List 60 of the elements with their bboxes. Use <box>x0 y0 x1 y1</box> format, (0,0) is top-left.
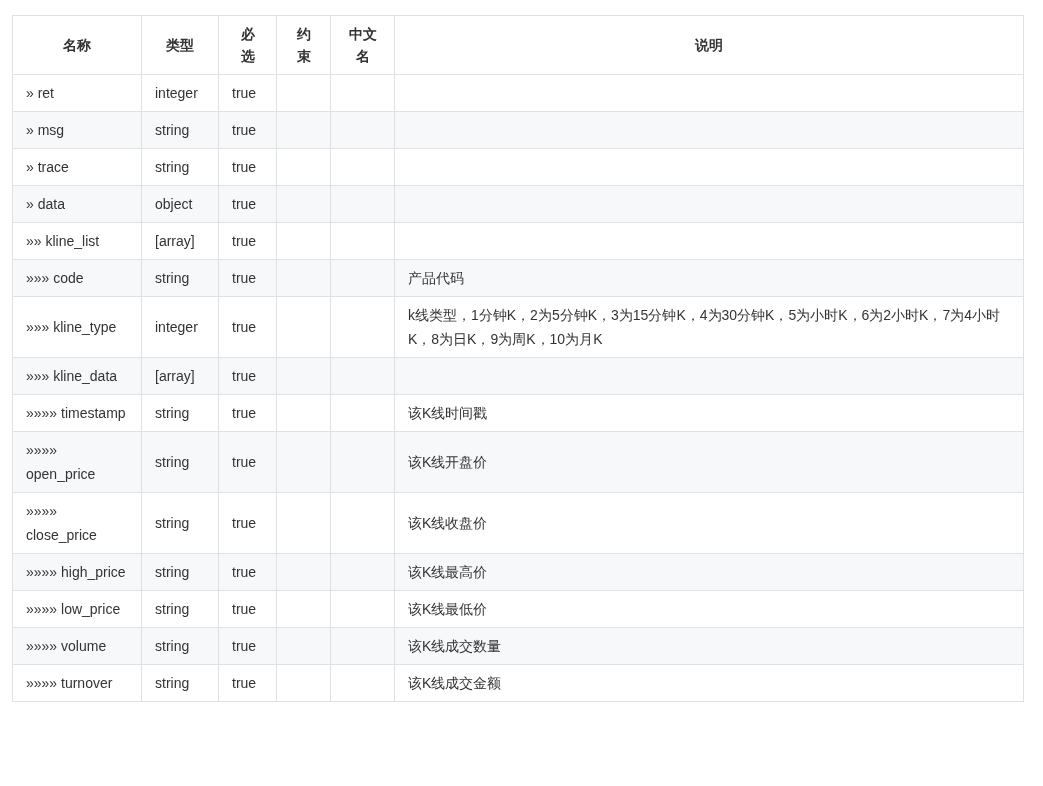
table-cell: object <box>141 185 219 223</box>
table-cell: »»»» volume <box>12 627 142 665</box>
table-cell: true <box>218 185 277 223</box>
table-cell: true <box>218 357 277 395</box>
table-cell: »» kline_list <box>12 222 142 260</box>
table-cell: string <box>141 627 219 665</box>
table-cell: true <box>218 394 277 432</box>
table-cell: string <box>141 394 219 432</box>
table-cell: 该K线成交金额 <box>394 664 1024 702</box>
table-cell: »»»» open_price <box>12 431 142 493</box>
table-cell: true <box>218 627 277 665</box>
table-cell: string <box>141 111 219 149</box>
table-cell: true <box>218 664 277 702</box>
table-cell: integer <box>141 296 219 358</box>
table-cell: 该K线最高价 <box>394 553 1024 591</box>
table-cell: »»» code <box>12 259 142 297</box>
table-cell: true <box>218 431 277 493</box>
table-cell: 产品代码 <box>394 259 1024 297</box>
table-cell: 该K线收盘价 <box>394 492 1024 554</box>
table-cell: true <box>218 590 277 628</box>
table-cell: true <box>218 222 277 260</box>
table-cell: 该K线成交数量 <box>394 627 1024 665</box>
table-cell: string <box>141 431 219 493</box>
table-cell: »»»» timestamp <box>12 394 142 432</box>
table-cell: 该K线开盘价 <box>394 431 1024 493</box>
table-cell: true <box>218 553 277 591</box>
table-cell: true <box>218 148 277 186</box>
table-cell: true <box>218 111 277 149</box>
table-cell: » msg <box>12 111 142 149</box>
table-cell: string <box>141 553 219 591</box>
table-cell: true <box>218 492 277 554</box>
table-cell: »»»» high_price <box>12 553 142 591</box>
column-header: 中文名 <box>330 15 395 75</box>
column-header: 说明 <box>394 15 1024 75</box>
table-cell: [array] <box>141 222 219 260</box>
table-cell: string <box>141 148 219 186</box>
column-header: 类型 <box>141 15 219 75</box>
table-cell: integer <box>141 74 219 112</box>
table-cell: 该K线时间戳 <box>394 394 1024 432</box>
table-cell: string <box>141 259 219 297</box>
table-cell: »»»» turnover <box>12 664 142 702</box>
table-cell: true <box>218 259 277 297</box>
table-cell: string <box>141 664 219 702</box>
table-cell: k线类型，1分钟K，2为5分钟K，3为15分钟K，4为30分钟K，5为小时K，6为2小时K，7为4小时K，8为日K，9为周K，10为月K <box>394 296 1024 358</box>
table-cell: »»»» low_price <box>12 590 142 628</box>
table-cell: »»»» close_price <box>12 492 142 554</box>
table-cell: true <box>218 296 277 358</box>
column-header: 名称 <box>12 15 142 75</box>
column-header: 约束 <box>276 15 331 75</box>
table-cell: » trace <box>12 148 142 186</box>
table-cell: »»» kline_data <box>12 357 142 395</box>
table-cell: string <box>141 590 219 628</box>
table-cell: true <box>218 74 277 112</box>
table-cell: » ret <box>12 74 142 112</box>
table-cell: » data <box>12 185 142 223</box>
table-cell: 该K线最低价 <box>394 590 1024 628</box>
table-cell: [array] <box>141 357 219 395</box>
column-header: 必选 <box>218 15 277 75</box>
table-cell: string <box>141 492 219 554</box>
table-cell: »»» kline_type <box>12 296 142 358</box>
